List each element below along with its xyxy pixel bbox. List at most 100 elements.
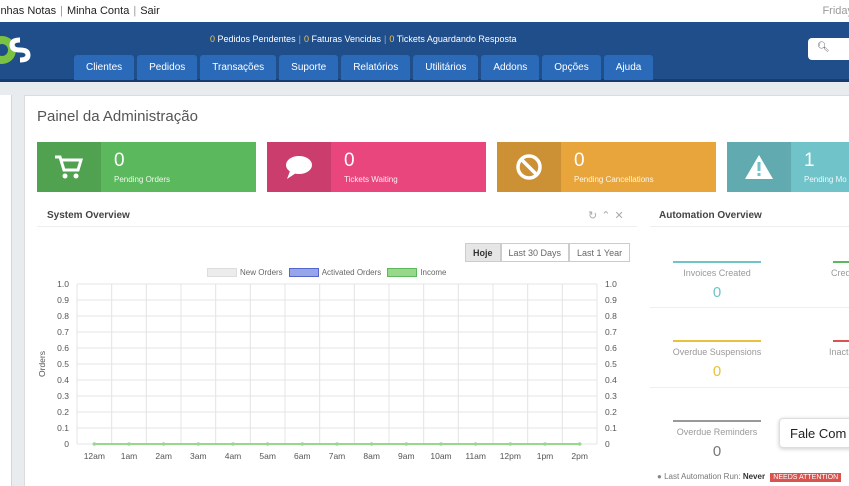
x-tick-label: 1am bbox=[121, 451, 138, 461]
last-run-label: Last Automation Run: bbox=[664, 472, 741, 481]
y-tick-label-right: 0 bbox=[605, 439, 610, 449]
cart-icon bbox=[37, 142, 101, 192]
automation-overdue-reminders[interactable]: Overdue Reminders 0 bbox=[667, 420, 767, 460]
x-tick-label: 2am bbox=[155, 451, 172, 461]
stat-tickets-waiting[interactable]: 0 Tickets Waiting bbox=[267, 142, 486, 192]
x-tick-label: 9am bbox=[398, 451, 415, 461]
y-axis-title-left: Orders bbox=[37, 351, 47, 377]
automation-label: Cred bbox=[831, 268, 849, 278]
status-bar bbox=[833, 340, 849, 342]
stat-label: Pending Mo bbox=[804, 175, 847, 184]
automation-label: Invoices Created bbox=[683, 268, 751, 278]
automation-inactive[interactable]: Inact bbox=[817, 340, 849, 357]
y-tick-label-right: 0.5 bbox=[605, 359, 617, 369]
stat-value: 0 bbox=[574, 150, 585, 171]
data-point bbox=[404, 442, 408, 446]
status-bar bbox=[673, 261, 761, 263]
overdue-invoices-notice[interactable]: 0 Faturas Vencidas bbox=[304, 34, 381, 44]
close-icon[interactable]: ✕ bbox=[614, 210, 627, 222]
stat-value: 1 bbox=[804, 150, 815, 171]
stat-label: Pending Orders bbox=[114, 175, 171, 184]
panel-controls: ↻⌃✕ bbox=[588, 209, 628, 222]
nav-tab-ajuda[interactable]: Ajuda bbox=[603, 55, 654, 80]
nav-tab-addons[interactable]: Addons bbox=[481, 55, 540, 80]
y-tick-label-left: 0 bbox=[64, 439, 69, 449]
automation-value: 0 bbox=[712, 443, 722, 460]
data-point bbox=[439, 442, 443, 446]
divider bbox=[650, 307, 849, 308]
y-tick-label-left: 1.0 bbox=[57, 279, 69, 289]
x-tick-label: 7am bbox=[329, 451, 346, 461]
x-tick-label: 8am bbox=[363, 451, 380, 461]
x-tick-label: 1pm bbox=[537, 451, 554, 461]
stat-pending-orders[interactable]: 0 Pending Orders bbox=[37, 142, 256, 192]
my-account-link[interactable]: Minha Conta bbox=[67, 5, 129, 17]
x-tick-label: 3am bbox=[190, 451, 207, 461]
needs-attention-badge[interactable]: NEEDS ATTENTION bbox=[770, 473, 842, 482]
logout-link[interactable]: Sair bbox=[140, 5, 160, 17]
range-selector: Hoje Last 30 Days Last 1 Year bbox=[465, 243, 631, 262]
automation-overdue-suspensions[interactable]: Overdue Suspensions 0 bbox=[667, 340, 767, 380]
stat-pending-module[interactable]: 1 Pending Mo bbox=[727, 142, 849, 192]
status-bar bbox=[673, 420, 761, 422]
automation-value: 0 bbox=[712, 363, 722, 380]
range-30-days-button[interactable]: Last 30 Days bbox=[500, 243, 570, 262]
x-tick-label: 12am bbox=[84, 451, 105, 461]
stat-value: 0 bbox=[344, 150, 355, 171]
y-tick-label-right: 0.4 bbox=[605, 375, 617, 385]
automation-label: Inact bbox=[829, 347, 849, 357]
pending-orders-notice[interactable]: 0 Pedidos Pendentes bbox=[210, 34, 296, 44]
automation-overview-title: Automation Overview bbox=[659, 210, 762, 221]
x-tick-label: 11am bbox=[465, 451, 486, 461]
data-point bbox=[335, 442, 339, 446]
page-title: Painel da Administração bbox=[37, 108, 198, 125]
top-link-bar: inhas Notas|Minha Conta|Sair Friday bbox=[0, 0, 849, 22]
nav-tab-clientes[interactable]: Clientes bbox=[74, 55, 135, 80]
nav-tab-opcoes[interactable]: Opções bbox=[542, 55, 601, 80]
logo-icon[interactable] bbox=[0, 30, 48, 70]
y-tick-label-left: 0.9 bbox=[57, 295, 69, 305]
range-today-button[interactable]: Hoje bbox=[465, 243, 501, 262]
y-tick-label-right: 1.0 bbox=[605, 279, 617, 289]
divider bbox=[650, 226, 849, 227]
search-icon: 🔍︎ bbox=[817, 42, 830, 53]
tickets-awaiting-notice[interactable]: 0 Tickets Aguardando Resposta bbox=[389, 34, 516, 44]
y-tick-label-left: 0.6 bbox=[57, 343, 69, 353]
y-tick-label-left: 0.1 bbox=[57, 423, 69, 433]
nav-tab-pedidos[interactable]: Pedidos bbox=[137, 55, 198, 80]
automation-credit[interactable]: Cred bbox=[817, 261, 849, 278]
collapse-icon[interactable]: ⌃ bbox=[601, 210, 614, 222]
x-tick-label: 10am bbox=[430, 451, 451, 461]
nav-tab-transacoes[interactable]: Transações bbox=[200, 55, 277, 80]
last-automation-run: ● Last Automation Run: Never NEEDS ATTEN… bbox=[657, 472, 842, 482]
nav-tab-relatorios[interactable]: Relatórios bbox=[341, 55, 411, 80]
y-tick-label-right: 0.3 bbox=[605, 391, 617, 401]
data-point bbox=[508, 442, 512, 446]
contact-us-button[interactable]: Fale Com bbox=[779, 418, 849, 448]
stat-pending-cancellations[interactable]: 0 Pending Cancellations bbox=[497, 142, 716, 192]
nav-tab-suporte[interactable]: Suporte bbox=[279, 55, 339, 80]
y-tick-label-right: 0.1 bbox=[605, 423, 617, 433]
y-tick-label-right: 0.8 bbox=[605, 311, 617, 321]
y-tick-label-right: 0.6 bbox=[605, 343, 617, 353]
notification-strip: 0 Pedidos Pendentes | 0 Faturas Vencidas | 0… bbox=[210, 34, 517, 44]
check-circle-icon: ● bbox=[657, 472, 662, 481]
nav-tab-utilitarios[interactable]: Utilitários bbox=[413, 55, 479, 80]
search-input[interactable]: 🔍︎ bbox=[808, 38, 849, 60]
automation-invoices-created[interactable]: Invoices Created 0 bbox=[667, 261, 767, 301]
refresh-icon[interactable]: ↻ bbox=[588, 210, 601, 222]
system-overview-chart: 1.0 1.0 0.9 0.9 0.8 0.8 0.7 0.7 0.6 0.6 0.5 0.5 0.4 0… bbox=[37, 279, 625, 461]
y-tick-label-left: 0.4 bbox=[57, 375, 69, 385]
data-point bbox=[543, 442, 547, 446]
my-notes-link[interactable]: inhas Notas bbox=[0, 5, 56, 17]
status-bar bbox=[833, 261, 849, 263]
status-bar bbox=[673, 340, 761, 342]
range-1-year-button[interactable]: Last 1 Year bbox=[569, 243, 631, 262]
divider bbox=[650, 387, 849, 388]
y-tick-label-left: 0.5 bbox=[57, 359, 69, 369]
last-run-value: Never bbox=[742, 472, 766, 481]
ban-icon bbox=[497, 142, 561, 192]
stat-value: 0 bbox=[114, 150, 125, 171]
y-axis-title-right: Income bbox=[623, 350, 625, 378]
automation-label: Overdue Reminders bbox=[676, 427, 758, 437]
